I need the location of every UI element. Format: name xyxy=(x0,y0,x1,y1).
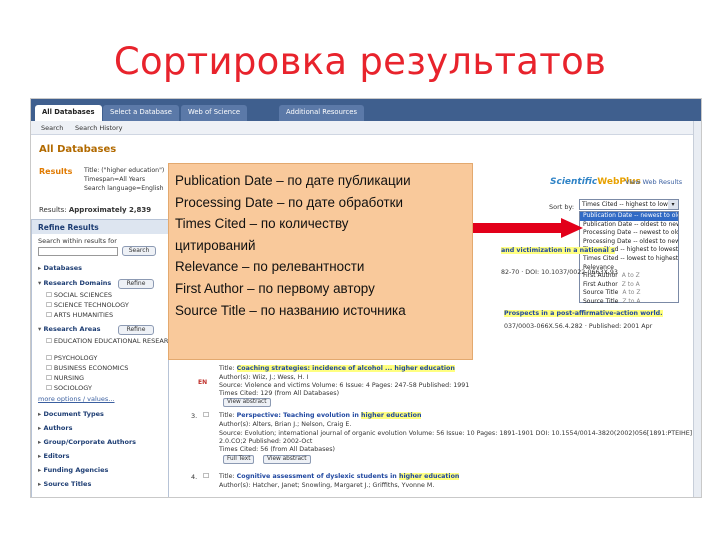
sort-dropdown[interactable]: Publication Date -- newest to oldestPubl… xyxy=(579,211,679,305)
chevron-down-icon[interactable]: ▾ xyxy=(668,200,678,209)
sort-options-callout: Publication Date – по дате публикации Pro… xyxy=(168,163,473,360)
tab-select-database[interactable]: Select a Database xyxy=(103,105,179,121)
record-title-line: Title: Perspective: Teaching evolution i… xyxy=(219,412,422,419)
view-abstract-button[interactable]: View abstract xyxy=(223,398,271,407)
results-count: Results: Approximately 2,839 xyxy=(39,206,152,214)
sort-option[interactable]: Source Title Z to A xyxy=(580,298,678,307)
record-source: Source: Violence and victims Volume: 6 I… xyxy=(219,382,470,389)
sort-option[interactable]: Times Cited -- lowest to highest xyxy=(580,255,678,264)
view-abstract-button[interactable]: View abstract xyxy=(263,455,311,464)
record-title-line: Title: Coaching strategies: incidence of… xyxy=(219,365,455,372)
sort-select[interactable]: Times Cited -- highest to lowest ▾ xyxy=(579,199,679,210)
sort-option[interactable]: Source Title A to Z xyxy=(580,289,678,298)
refine-search-input[interactable] xyxy=(38,247,118,256)
callout-line: Publication Date – по дате публикации xyxy=(175,173,411,188)
record-checkbox[interactable]: ☐ xyxy=(203,472,209,480)
refine-editors[interactable]: Editors xyxy=(38,452,70,460)
query-timespan: Timespan=All Years xyxy=(84,176,146,183)
refine-button[interactable]: Refine xyxy=(118,325,154,335)
refine-results-panel: Refine Results Search within results for… xyxy=(31,219,177,497)
tab-web-of-science[interactable]: Web of Science xyxy=(181,105,248,121)
refine-research-domains[interactable]: Research Domains xyxy=(38,279,112,287)
refine-authors[interactable]: Authors xyxy=(38,424,73,432)
record-meta: 037/0003-066X.56.4.282 · Published: 2001… xyxy=(504,323,653,330)
sort-by-label: Sort by: xyxy=(549,203,575,211)
record-times-cited: Times Cited: 129 (from All Databases) xyxy=(219,390,340,397)
callout-line: цитирований xyxy=(175,237,256,253)
callout-line: Relevance – по релевантности xyxy=(175,259,365,275)
refine-checkbox-item[interactable]: NURSING xyxy=(46,374,84,382)
callout-line: Processing Date – по дате обработки xyxy=(175,194,403,210)
subnav-search-history-link[interactable]: Search History xyxy=(75,124,123,132)
refine-checkbox-item[interactable]: ARTS HUMANITIES xyxy=(46,311,113,319)
record-authors: Author(s): Wiiz, J.; Wess, H. I xyxy=(219,374,309,381)
arrow-right-icon xyxy=(473,218,583,238)
tab-additional-resources[interactable]: Additional Resources xyxy=(279,105,364,121)
refine-research-areas[interactable]: Research Areas xyxy=(38,325,101,333)
record-checkbox[interactable]: ☐ xyxy=(203,411,209,419)
refine-checkbox-item[interactable]: BUSINESS ECONOMICS xyxy=(46,364,128,372)
sort-option[interactable]: Publication Date -- oldest to newest xyxy=(580,221,678,230)
record-title[interactable]: Prospects in a post-affirmative-action w… xyxy=(504,310,663,317)
sort-option[interactable]: Processing Date -- newest to oldest xyxy=(580,229,678,238)
refine-databases[interactable]: Databases xyxy=(38,264,82,272)
scrollbar[interactable] xyxy=(693,121,701,497)
callout-line: First Author – по первому автору xyxy=(175,280,375,296)
refine-checkbox-item[interactable]: PSYCHOLOGY xyxy=(46,354,97,362)
refine-button[interactable]: Refine xyxy=(118,279,154,289)
record-source: Source: Evolution; international journal… xyxy=(219,430,693,437)
record-title[interactable]: and victimization in a national s xyxy=(501,247,615,254)
slide-title: Сортировка результатов xyxy=(113,40,607,83)
sub-navigation: Search Search History xyxy=(31,121,701,135)
refine-search-label: Search within results for xyxy=(38,237,117,245)
record-number: 4. xyxy=(191,473,198,481)
refine-checkbox-item[interactable]: SOCIOLOGY xyxy=(46,384,92,392)
sort-option[interactable]: Publication Date -- newest to oldest xyxy=(580,212,678,221)
view-web-results-link[interactable]: View Web Results xyxy=(625,178,682,186)
record-meta: 82-70 · DOI: 10.1037/0022-0663X.93 xyxy=(501,269,618,276)
record-authors: Author(s): Alters, Brian J.; Nelson, Cra… xyxy=(219,421,352,428)
refine-document-types[interactable]: Document Types xyxy=(38,410,104,418)
query-title: Title: ("higher education") xyxy=(84,167,165,174)
results-label: Results xyxy=(39,167,73,176)
refine-funding-agencies[interactable]: Funding Agencies xyxy=(38,466,109,474)
record-authors: Author(s): Hatcher, Janet; Snowling, Mar… xyxy=(219,482,435,489)
database-title: All Databases xyxy=(39,144,117,155)
refine-search-button[interactable]: Search xyxy=(122,246,156,256)
refine-header: Refine Results xyxy=(32,220,168,234)
record-times-cited: Times Cited: 56 (from All Databases) xyxy=(219,446,336,453)
refine-group-authors[interactable]: Group/Corporate Authors xyxy=(38,438,137,446)
sort-option[interactable]: First Author Z to A xyxy=(580,281,678,290)
refine-checkbox-item[interactable]: EDUCATION EDUCATIONAL RESEARCH xyxy=(46,337,178,345)
refine-checkbox-item[interactable]: SOCIAL SCIENCES xyxy=(46,291,112,299)
tab-bar: All Databases Select a Database Web of S… xyxy=(31,99,701,121)
callout-line: Times Cited – по количеству xyxy=(175,216,349,232)
record-date: 2.0.CO;2 Published: 2002-Oct xyxy=(219,438,313,445)
refine-source-titles[interactable]: Source Titles xyxy=(38,480,92,488)
more-options-link[interactable]: more options / values... xyxy=(38,395,115,403)
record-title-line: Title: Cognitive assessment of dyslexic … xyxy=(219,473,460,480)
sort-option[interactable]: Processing Date -- oldest to newest xyxy=(580,238,678,247)
subnav-search-link[interactable]: Search xyxy=(41,124,63,132)
full-text-button[interactable]: Full Text xyxy=(223,455,255,464)
callout-line: Source Title – по названию источника xyxy=(175,302,406,318)
query-language: Search language=English xyxy=(84,185,164,192)
full-text-badge: EN xyxy=(198,379,208,386)
refine-checkbox-item[interactable]: SCIENCE TECHNOLOGY xyxy=(46,301,129,309)
record-number: 3. xyxy=(191,412,198,420)
tab-all-databases[interactable]: All Databases xyxy=(35,105,102,121)
